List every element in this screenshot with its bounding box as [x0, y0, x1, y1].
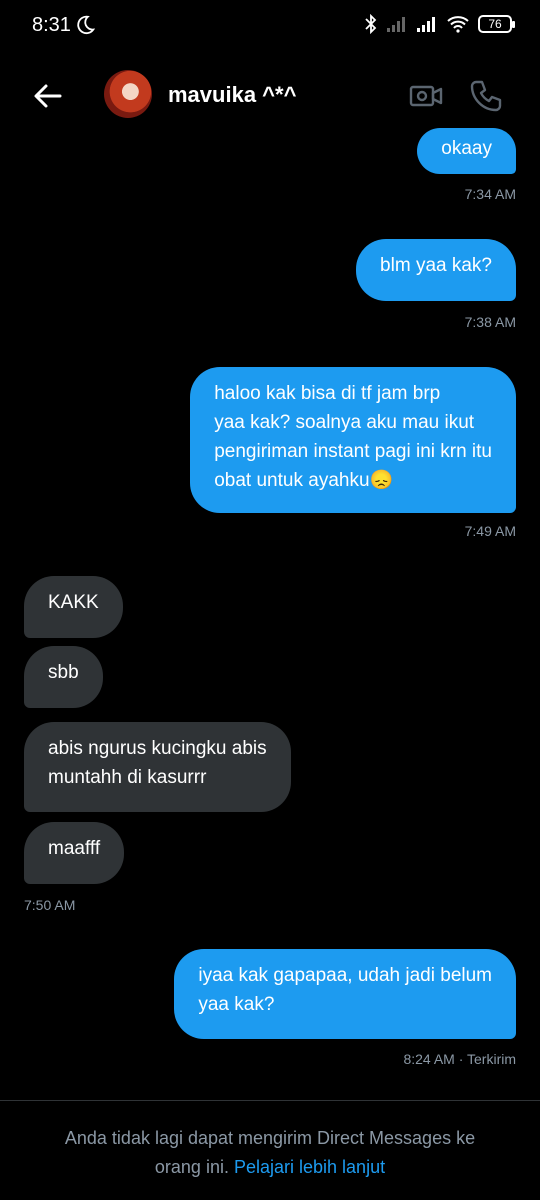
- divider: [0, 1100, 540, 1101]
- status-icons: 76: [364, 14, 515, 34]
- battery-icon: 76: [478, 15, 515, 33]
- avatar[interactable]: [104, 70, 152, 118]
- dm-disabled-notice: Anda tidak lagi dapat mengirim Direct Me…: [40, 1124, 500, 1182]
- message-timestamp: 7:34 AM: [464, 186, 516, 202]
- phone-call-icon[interactable]: [468, 78, 504, 114]
- message-thread[interactable]: okaay 7:34 AM blm yaa kak? 7:38 AM haloo…: [0, 128, 540, 1092]
- message-bubble-outgoing[interactable]: iyaa kak gapapaa, udah jadi belum yaa ka…: [174, 949, 516, 1039]
- message-bubble-outgoing[interactable]: haloo kak bisa di tf jam brp yaa kak? so…: [190, 367, 516, 513]
- learn-more-link[interactable]: Pelajari lebih lanjut: [234, 1157, 385, 1177]
- conversation-header: mavuika ^*^: [0, 60, 540, 132]
- message-timestamp: 7:50 AM: [24, 897, 76, 913]
- signal-icon: [417, 17, 435, 32]
- do-not-disturb-icon: [77, 15, 96, 35]
- message-timestamp: 8:24 AM · Terkirim: [403, 1051, 516, 1067]
- status-time: 8:31: [32, 14, 71, 36]
- message-bubble-incoming[interactable]: maafff: [24, 822, 125, 884]
- contact-name[interactable]: mavuika ^*^: [168, 82, 296, 108]
- back-arrow-icon[interactable]: [30, 78, 66, 114]
- message-timestamp: 7:49 AM: [464, 523, 516, 539]
- signal-weak-icon: [387, 17, 405, 32]
- message-bubble-incoming[interactable]: abis ngurus kucingku abis muntahh di kas…: [24, 722, 291, 812]
- message-timestamp: 7:38 AM: [464, 314, 516, 330]
- status-bar: 8:31 76: [0, 0, 540, 52]
- message-bubble-outgoing[interactable]: okaay: [417, 128, 516, 174]
- wifi-icon: [447, 16, 469, 33]
- bluetooth-icon: [365, 14, 377, 34]
- message-bubble-outgoing[interactable]: blm yaa kak?: [356, 239, 516, 301]
- message-bubble-incoming[interactable]: sbb: [24, 646, 103, 708]
- message-bubble-incoming[interactable]: KAKK: [24, 576, 123, 638]
- video-call-icon[interactable]: [408, 78, 444, 114]
